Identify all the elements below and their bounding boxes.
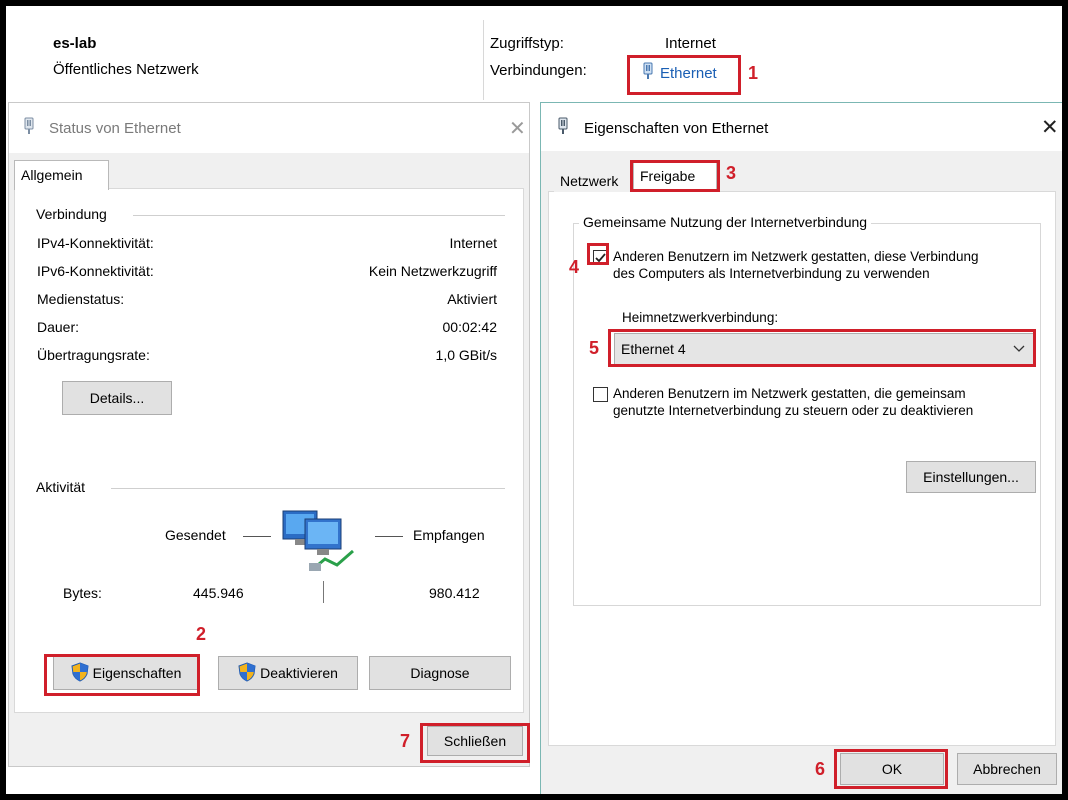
status-tab-panel: Verbindung IPv4-Konnektivität: Internet … (14, 188, 524, 713)
media-status-label: Medienstatus: (37, 291, 125, 307)
ipv4-value: Internet (449, 235, 497, 251)
divider (375, 536, 403, 537)
allow-sharing-label-line2: des Computers als Internetverbindung zu … (613, 266, 930, 281)
network-type: Öffentliches Netzwerk (53, 61, 199, 78)
annotation-box-1 (627, 55, 741, 95)
network-name: es-lab (53, 35, 97, 52)
allow-sharing-label-line1: Anderen Benutzern im Netzwerk gestatten,… (613, 249, 979, 264)
speed-label: Übertragungsrate: (37, 347, 150, 363)
access-type-label: Zugriffstyp: (490, 35, 564, 52)
cancel-button[interactable]: Abbrechen (957, 753, 1057, 785)
annotation-number-6: 6 (815, 759, 826, 779)
media-status-value: Aktiviert (447, 291, 497, 307)
divider (243, 536, 271, 537)
annotation-number-3: 3 (726, 163, 737, 183)
annotation-number-2: 2 (196, 624, 207, 644)
annotation-box-4 (587, 243, 609, 265)
properties-dialog-title: Eigenschaften von Ethernet (584, 120, 769, 137)
annotation-box-6 (834, 749, 948, 789)
settings-button[interactable]: Einstellungen... (906, 461, 1036, 493)
annotation-number-7: 7 (400, 731, 411, 751)
network-computers-icon (281, 507, 365, 578)
status-dialog-title: Status von Ethernet (49, 120, 181, 137)
allow-control-checkbox[interactable] (593, 387, 608, 402)
close-icon[interactable]: ✕ (1041, 115, 1059, 140)
ethernet-adapter-icon (23, 117, 35, 140)
duration-value: 00:02:42 (442, 319, 498, 335)
ipv6-label: IPv6-Konnektivität: (37, 263, 154, 279)
ethernet-adapter-icon (557, 117, 569, 140)
annotation-box-5 (608, 329, 1036, 367)
properties-dialog: Eigenschaften von Ethernet ✕ Gemeinsame … (540, 102, 1064, 796)
bytes-label: Bytes: (63, 585, 102, 601)
annotation-box-2 (44, 654, 200, 696)
connection-group-title: Verbindung (36, 206, 113, 222)
divider (111, 488, 505, 489)
tab-general[interactable]: Allgemein (14, 160, 109, 190)
divider (133, 215, 505, 216)
allow-control-label-line1: Anderen Benutzern im Netzwerk gestatten,… (613, 386, 966, 401)
annotation-box-3 (630, 160, 720, 192)
annotation-number-5: 5 (589, 338, 600, 358)
activity-group-title: Aktivität (36, 479, 92, 495)
duration-label: Dauer: (37, 319, 80, 335)
divider (483, 20, 484, 100)
disable-button[interactable]: Deaktivieren (218, 656, 358, 690)
bytes-sent-value: 445.946 (193, 585, 244, 601)
details-button[interactable]: Details... (62, 381, 172, 415)
close-icon[interactable]: ✕ (509, 116, 526, 141)
access-type-value: Internet (665, 35, 716, 52)
allow-sharing-label: Anderen Benutzern im Netzwerk gestatten,… (613, 248, 978, 282)
annotation-box-7 (420, 723, 530, 763)
ipv4-label: IPv4-Konnektivität: (37, 235, 154, 251)
network-info-bar: es-lab Öffentliches Netzwerk Zugriffstyp… (6, 6, 1062, 100)
allow-control-label-line2: genutzte Internetverbindung zu steuern o… (613, 403, 974, 418)
annotation-number-4: 4 (569, 257, 580, 277)
speed-value: 1,0 GBit/s (435, 347, 497, 363)
sharing-tab-panel: Gemeinsame Nutzung der Internetverbindun… (548, 191, 1056, 746)
connections-label: Verbindungen: (490, 62, 587, 79)
tab-network[interactable]: Netzwerk (554, 165, 632, 192)
divider (323, 581, 324, 603)
properties-dialog-titlebar: Eigenschaften von Ethernet ✕ (541, 103, 1063, 151)
status-dialog-titlebar: Status von Ethernet ✕ (9, 103, 529, 153)
allow-control-label: Anderen Benutzern im Netzwerk gestatten,… (613, 385, 973, 419)
disable-button-label: Deaktivieren (260, 665, 338, 681)
bytes-received-value: 980.412 (429, 585, 480, 601)
annotation-number-1: 1 (748, 63, 759, 83)
diagnose-button[interactable]: Diagnose (369, 656, 511, 690)
shield-icon (238, 661, 256, 685)
ics-group-title: Gemeinsame Nutzung der Internetverbindun… (579, 214, 872, 230)
home-network-label: Heimnetzwerkverbindung: (622, 310, 779, 325)
sent-label: Gesendet (165, 527, 226, 543)
received-label: Empfangen (413, 527, 485, 543)
ipv6-value: Kein Netzwerkzugriff (368, 263, 497, 279)
